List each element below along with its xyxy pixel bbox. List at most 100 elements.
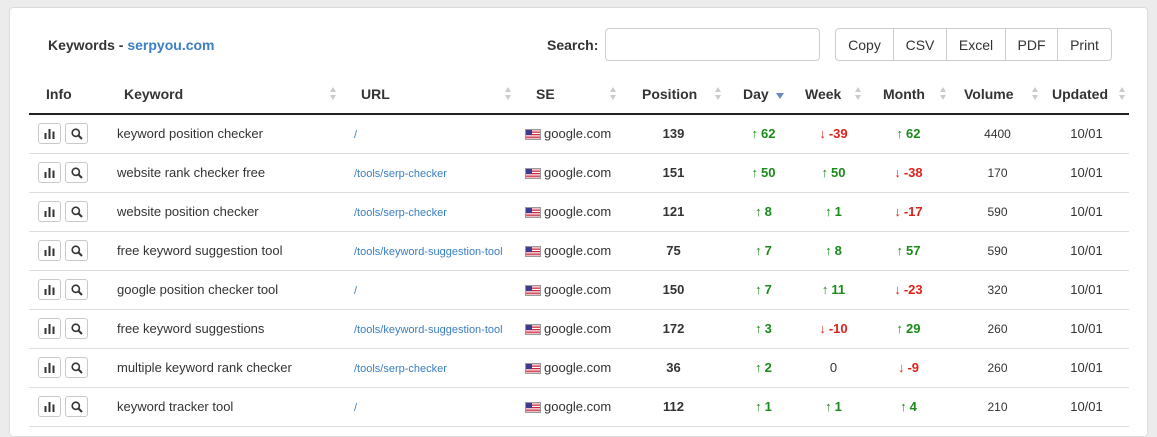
- keyword-cell: website position checker: [104, 192, 341, 232]
- url-link[interactable]: /tools/keyword-suggestion-tool: [354, 324, 503, 336]
- chart-button[interactable]: [38, 357, 61, 378]
- magnifier-icon: [70, 244, 83, 257]
- change-value: -39: [828, 126, 848, 142]
- column-header-keyword[interactable]: Keyword: [104, 74, 341, 115]
- info-cell: [29, 153, 104, 193]
- change-value: -23: [903, 282, 923, 297]
- chart-button[interactable]: [38, 123, 61, 145]
- excel-button[interactable]: Excel: [946, 28, 1006, 61]
- volume-cell: 590: [951, 192, 1044, 232]
- print-button[interactable]: Print: [1057, 28, 1112, 61]
- magnifier-icon: [70, 361, 83, 374]
- sort-icon: [940, 87, 947, 101]
- column-header-url[interactable]: URL: [341, 74, 516, 115]
- column-header-week[interactable]: Week: [801, 74, 866, 115]
- url-link[interactable]: /tools/serp-checker: [354, 207, 447, 219]
- month-change-cell: ↓ -17: [866, 192, 951, 232]
- keywords-table: Info Keyword URL SE Position Day Week Mo…: [29, 74, 1129, 427]
- column-header-se[interactable]: SE: [516, 74, 621, 115]
- chart-button[interactable]: [38, 396, 61, 417]
- url-cell: /: [341, 270, 516, 310]
- change-value: 57: [906, 243, 921, 258]
- csv-button[interactable]: CSV: [893, 28, 947, 61]
- info-cell: [29, 270, 104, 310]
- column-header-updated[interactable]: Updated: [1044, 74, 1129, 115]
- title-domain-link[interactable]: serpyou.com: [127, 37, 214, 53]
- search-button[interactable]: [65, 201, 88, 222]
- search-engine-label: google.com: [544, 399, 612, 414]
- search-button[interactable]: [65, 357, 88, 378]
- chart-button[interactable]: [38, 201, 61, 222]
- column-header-day[interactable]: Day: [726, 74, 801, 115]
- change-value: -9: [907, 360, 920, 375]
- change-value: -10: [828, 321, 848, 336]
- column-header-volume[interactable]: Volume: [951, 74, 1044, 115]
- position-cell: 150: [621, 270, 726, 310]
- search-button[interactable]: [65, 396, 88, 417]
- url-link[interactable]: /tools/keyword-suggestion-tool: [354, 246, 503, 258]
- change-value: 7: [764, 243, 772, 258]
- url-link[interactable]: /: [354, 285, 357, 297]
- search-input[interactable]: [605, 28, 820, 61]
- search-button[interactable]: [65, 162, 88, 183]
- url-cell: /: [341, 387, 516, 427]
- column-label: Day: [743, 85, 769, 102]
- search-button[interactable]: [65, 240, 88, 261]
- keyword-cell: free keyword suggestion tool: [104, 231, 341, 271]
- arrow-up-icon: ↑: [821, 165, 829, 180]
- updated-cell: 10/01: [1044, 153, 1129, 193]
- url-link[interactable]: /tools/serp-checker: [354, 363, 447, 375]
- chart-button[interactable]: [38, 279, 61, 300]
- week-change-cell: ↑ 11: [801, 270, 866, 310]
- change-value: 50: [831, 165, 846, 180]
- pdf-button[interactable]: PDF: [1005, 28, 1058, 61]
- arrow-down-icon: ↓: [819, 321, 826, 336]
- change-value: 2: [764, 360, 772, 375]
- month-change-cell: ↑ 4: [866, 387, 951, 427]
- search-button[interactable]: [65, 279, 88, 300]
- volume-cell: 210: [951, 387, 1044, 427]
- chart-button[interactable]: [38, 162, 61, 183]
- position-cell: 36: [621, 348, 726, 388]
- url-link[interactable]: /: [354, 129, 357, 141]
- us-flag-icon: [525, 402, 541, 413]
- url-cell: /tools/keyword-suggestion-tool: [341, 231, 516, 271]
- arrow-up-icon: ↑: [755, 282, 762, 297]
- copy-button[interactable]: Copy: [835, 28, 894, 61]
- search-button[interactable]: [65, 318, 88, 339]
- change-value: 1: [834, 399, 842, 414]
- chart-button[interactable]: [38, 318, 61, 339]
- magnifier-icon: [70, 205, 83, 218]
- updated-cell: 10/01: [1044, 231, 1129, 271]
- change-value: 1: [834, 204, 842, 219]
- week-change-cell: ↓ -39: [801, 114, 866, 154]
- info-cell: [29, 114, 104, 154]
- column-label: Week: [805, 85, 842, 102]
- column-header-info: Info: [29, 74, 104, 115]
- updated-cell: 10/01: [1044, 348, 1129, 388]
- search-button[interactable]: [65, 123, 88, 145]
- url-link[interactable]: /tools/serp-checker: [354, 168, 447, 180]
- table-body: keyword position checker / google.com 13…: [29, 114, 1129, 427]
- position-cell: 139: [621, 114, 726, 154]
- table-row: free keyword suggestion tool /tools/keyw…: [29, 231, 1129, 271]
- bar-chart-icon: [44, 401, 55, 412]
- change-value: 62: [761, 126, 776, 142]
- info-cell: [29, 231, 104, 271]
- export-button-group: Copy CSV Excel PDF Print: [835, 28, 1112, 61]
- updated-cell: 10/01: [1044, 192, 1129, 232]
- bar-chart-icon: [44, 323, 55, 334]
- arrow-down-icon: ↓: [897, 360, 905, 375]
- arrow-up-icon: ↑: [755, 243, 762, 258]
- column-header-month[interactable]: Month: [866, 74, 951, 115]
- se-cell: google.com: [516, 231, 621, 271]
- month-change-cell: ↓ -23: [866, 270, 951, 310]
- bar-chart-icon: [44, 128, 55, 139]
- column-header-position[interactable]: Position: [621, 74, 726, 115]
- se-cell: google.com: [516, 192, 621, 232]
- url-cell: /tools/serp-checker: [341, 153, 516, 193]
- chart-button[interactable]: [38, 240, 61, 261]
- arrow-up-icon: ↑: [755, 204, 762, 219]
- url-link[interactable]: /: [354, 402, 357, 414]
- us-flag-icon: [525, 168, 541, 179]
